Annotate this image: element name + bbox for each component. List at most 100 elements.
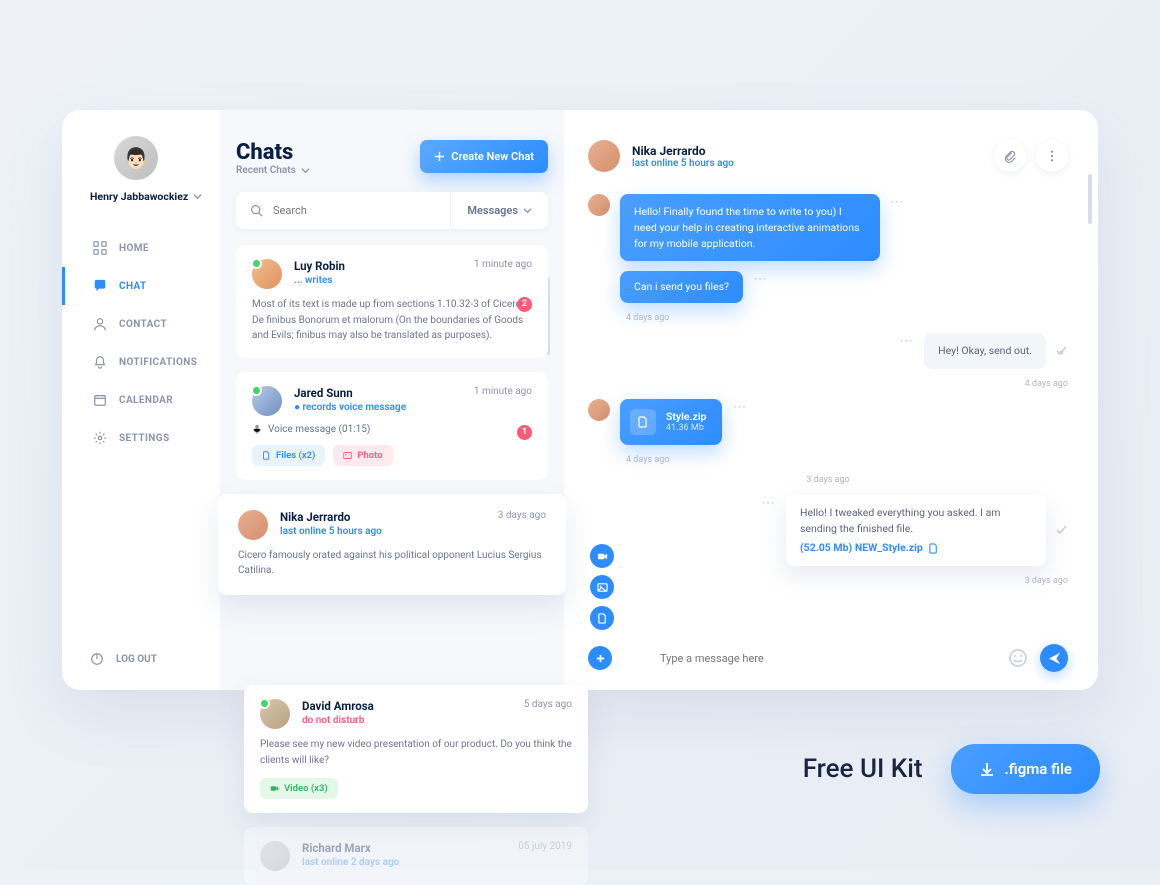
avatar [252,386,282,416]
create-chat-button[interactable]: Create New Chat [420,140,548,173]
more-button[interactable] [1036,140,1068,172]
nav-settings[interactable]: SETTINGS [62,419,220,457]
power-icon [90,652,104,666]
nav-home[interactable]: HOME [62,229,220,267]
message-outgoing: Hello! I tweaked everything you asked. I… [786,495,1046,566]
chat-status: last online 2 days ago [302,857,399,868]
nav-calendar[interactable]: CALENDAR [62,381,220,419]
nav-notifications[interactable]: NOTIFICATIONS [62,343,220,381]
nav-label: HOME [119,243,149,254]
voice-message-row: Voice message (01:15) [252,424,532,435]
file-icon [597,613,608,624]
chevron-down-icon [301,166,310,175]
chat-time: 05 july 2019 [518,841,572,852]
recent-label: Recent Chats [236,165,296,176]
file-label: (52.05 Mb) NEW_Style.zip [800,540,923,556]
download-icon [979,761,995,777]
message-incoming: Hello! Finally found the time to write t… [620,194,880,261]
send-button[interactable] [1040,644,1068,672]
conversation-header: Nika Jerrardolast online 5 hours ago [588,140,1068,172]
chat-list-panel: Chats Recent Chats Create New Chat Messa… [220,110,564,690]
chat-item[interactable]: Jared Sunn● records voice message 1 minu… [236,372,548,480]
conversation-panel: Nika Jerrardolast online 5 hours ago Hel… [564,110,1098,690]
add-attachment-button[interactable] [588,646,612,670]
photo-chip[interactable]: Photo [333,445,392,466]
button-label: .figma file [1005,760,1073,778]
file-message[interactable]: Style.zip41.36 Mb [620,399,722,445]
user-avatar[interactable]: 👨🏻 [114,136,158,180]
plus-icon [434,151,445,162]
check-icon [1056,524,1068,536]
message-incoming: Can i send you files? [620,271,743,303]
chat-time: 1 minute ago [474,386,532,397]
files-chip[interactable]: Files (x2) [252,445,325,466]
unread-badge: 2 [517,297,532,312]
grid-icon [93,241,107,255]
chat-icon [93,279,107,293]
mic-icon [252,424,262,434]
compose-bar [588,630,1068,690]
message-menu[interactable]: ⋯ [761,495,776,511]
chat-item[interactable]: David Amrosado not disturb 5 days ago Pl… [244,685,588,813]
chat-item-active[interactable]: Nika Jerrardolast online 5 hours ago 3 d… [218,494,566,595]
avatar [588,194,610,216]
message-text: Hello! I tweaked everything you asked. I… [800,506,1000,535]
calendar-icon [93,393,107,407]
avatar [588,399,610,421]
recent-chats-dropdown[interactable]: Recent Chats [236,165,310,176]
scrollbar[interactable] [1088,174,1092,224]
avatar [252,259,282,289]
file-icon [630,409,656,435]
sidebar: 👨🏻 Henry Jabbawockiez HOME CHAT CONTACT … [62,110,220,690]
search-icon [250,204,263,217]
filter-label: Messages [467,204,518,217]
user-menu[interactable]: Henry Jabbawockiez [90,190,220,203]
plus-icon [595,653,606,664]
messages: Hello! Finally found the time to write t… [588,172,1068,630]
message-menu[interactable]: ⋯ [890,194,905,210]
timestamp: 4 days ago [588,379,1068,389]
attachment-button[interactable] [994,140,1026,172]
search-box[interactable] [236,192,450,229]
logout-button[interactable]: LOG OUT [84,646,220,672]
video-icon [597,551,608,562]
overflow-list: David Amrosado not disturb 5 days ago Pl… [244,685,588,885]
file-link[interactable]: (52.05 Mb) NEW_Style.zip [800,540,1032,556]
attachment-menu [590,544,614,630]
chat-status: last online 5 hours ago [280,526,382,537]
send-icon [1048,652,1061,665]
attach-image-button[interactable] [590,575,614,599]
video-chip[interactable]: Video (x3) [260,778,338,799]
nav-contact[interactable]: CONTACT [62,305,220,343]
message-menu[interactable]: ⋯ [753,271,768,287]
promo: Free UI Kit .figma file [803,744,1100,794]
chip-label: Video (x3) [284,783,328,794]
nav-label: SETTINGS [119,433,170,444]
message-outgoing: Hey! Okay, send out. [924,333,1046,369]
messages-filter[interactable]: Messages [450,192,548,229]
chat-item[interactable]: Richard Marxlast online 2 days ago 05 ju… [244,827,588,885]
attach-file-button[interactable] [590,606,614,630]
file-icon [928,543,939,554]
message-menu[interactable]: ⋯ [899,333,914,349]
chat-status: do not disturb [302,715,374,726]
unread-badge: 1 [517,425,532,440]
attach-video-button[interactable] [590,544,614,568]
chat-status: ... writes [294,275,345,286]
message-input[interactable] [660,652,996,665]
conversation-name: Nika Jerrardo [632,144,734,158]
message-menu[interactable]: ⋯ [732,399,747,415]
download-button[interactable]: .figma file [951,744,1101,794]
chat-item[interactable]: Luy Robin... writes 1 minute ago Most of… [236,245,548,358]
day-separator: 3 days ago [588,475,1068,485]
search-input[interactable] [273,204,436,217]
nav-chat[interactable]: CHAT [62,267,220,305]
app-window: 👨🏻 Henry Jabbawockiez HOME CHAT CONTACT … [62,110,1098,690]
file-icon [262,451,271,460]
file-name: Style.zip [666,410,706,423]
chat-status: ● records voice message [294,402,406,413]
emoji-button[interactable] [1008,648,1028,668]
chevron-down-icon [523,206,532,215]
nav-label: NOTIFICATIONS [119,357,197,368]
chat-list: Luy Robin... writes 1 minute ago Most of… [236,245,548,597]
